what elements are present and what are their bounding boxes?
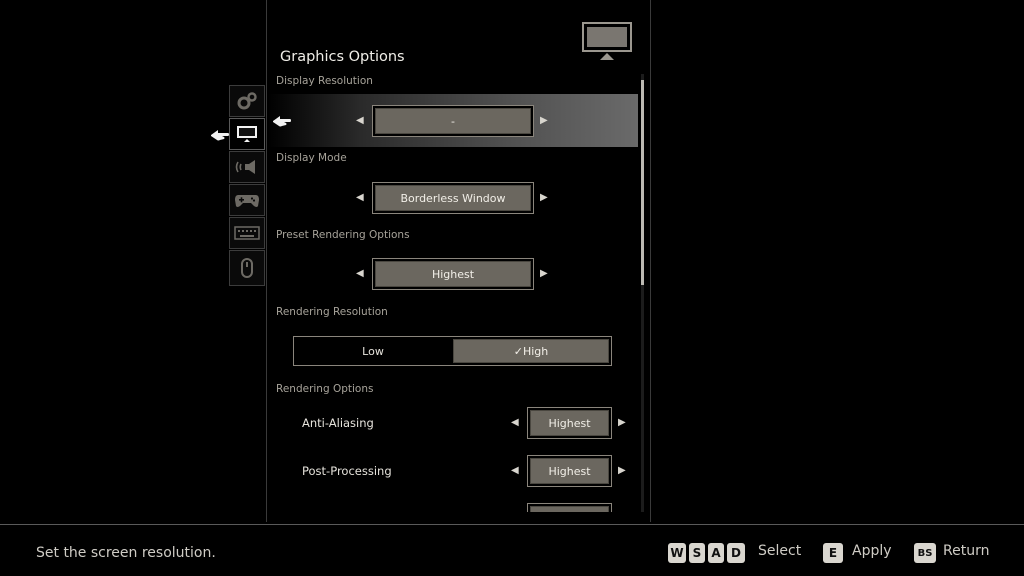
page-title: Graphics Options <box>280 49 405 65</box>
key-backspace: BS <box>914 543 936 563</box>
rendering-resolution-high-option[interactable]: ✓High <box>453 339 609 363</box>
gear-icon <box>237 92 257 110</box>
return-hint[interactable]: Return <box>943 543 989 559</box>
rendering-resolution-low-option[interactable]: Low <box>294 337 452 365</box>
panel-left-border <box>266 0 267 522</box>
preset-rendering-value: Highest <box>431 267 475 281</box>
display-mode-selector[interactable]: Borderless Window <box>372 182 534 214</box>
tab-audio[interactable] <box>229 151 265 183</box>
post-processing-label: Post-Processing <box>302 464 392 478</box>
pointing-hand-icon <box>273 116 291 127</box>
apply-hint[interactable]: Apply <box>852 543 892 559</box>
rendering-options-label: Rendering Options <box>276 383 374 395</box>
post-processing-right-arrow[interactable]: ▶ <box>618 466 626 476</box>
post-processing-selector[interactable]: Highest <box>527 455 612 487</box>
tab-keyboard[interactable] <box>229 217 265 249</box>
tab-controller[interactable] <box>229 184 265 216</box>
monitor-icon <box>582 22 632 60</box>
preset-rendering-left-arrow[interactable]: ◀ <box>356 269 364 279</box>
rendering-resolution-toggle: Low ✓High <box>293 336 612 366</box>
next-setting-selector-partial <box>527 503 612 512</box>
tab-general[interactable] <box>229 85 265 117</box>
rendering-resolution-label: Rendering Resolution <box>276 306 388 318</box>
key-w: W <box>668 543 686 563</box>
display-mode-value: Borderless Window <box>400 191 506 205</box>
gamepad-icon <box>235 195 259 207</box>
post-processing-left-arrow[interactable]: ◀ <box>511 466 519 476</box>
key-a: A <box>708 543 724 563</box>
tab-graphics[interactable] <box>229 118 265 150</box>
anti-aliasing-left-arrow[interactable]: ◀ <box>511 418 519 428</box>
monitor-icon <box>237 126 257 142</box>
display-resolution-right-arrow[interactable]: ▶ <box>540 116 548 126</box>
tab-pointer-hand-icon <box>211 130 229 141</box>
help-text: Set the screen resolution. <box>36 545 216 561</box>
preset-rendering-label: Preset Rendering Options <box>276 229 410 241</box>
anti-aliasing-value: Highest <box>548 416 591 430</box>
preset-rendering-selector[interactable]: Highest <box>372 258 534 290</box>
tab-mouse[interactable] <box>229 250 265 286</box>
keyboard-icon <box>234 226 260 240</box>
display-resolution-left-arrow[interactable]: ◀ <box>356 116 364 126</box>
anti-aliasing-label: Anti-Aliasing <box>302 416 374 430</box>
display-mode-label: Display Mode <box>276 152 347 164</box>
key-e: E <box>823 543 843 563</box>
mouse-icon <box>241 258 253 278</box>
display-mode-left-arrow[interactable]: ◀ <box>356 193 364 203</box>
anti-aliasing-selector[interactable]: Highest <box>527 407 612 439</box>
speaker-icon <box>235 160 255 174</box>
preset-rendering-right-arrow[interactable]: ▶ <box>540 269 548 279</box>
scrollbar-thumb[interactable] <box>641 80 644 285</box>
display-mode-right-arrow[interactable]: ▶ <box>540 193 548 203</box>
key-d: D <box>727 543 745 563</box>
key-s: S <box>689 543 705 563</box>
select-hint: Select <box>758 543 802 559</box>
display-resolution-selector[interactable]: - <box>372 105 534 137</box>
display-resolution-label: Display Resolution <box>276 75 373 87</box>
panel-right-border <box>650 0 651 522</box>
post-processing-value: Highest <box>548 464 591 478</box>
display-resolution-value: - <box>451 114 455 128</box>
anti-aliasing-right-arrow[interactable]: ▶ <box>618 418 626 428</box>
